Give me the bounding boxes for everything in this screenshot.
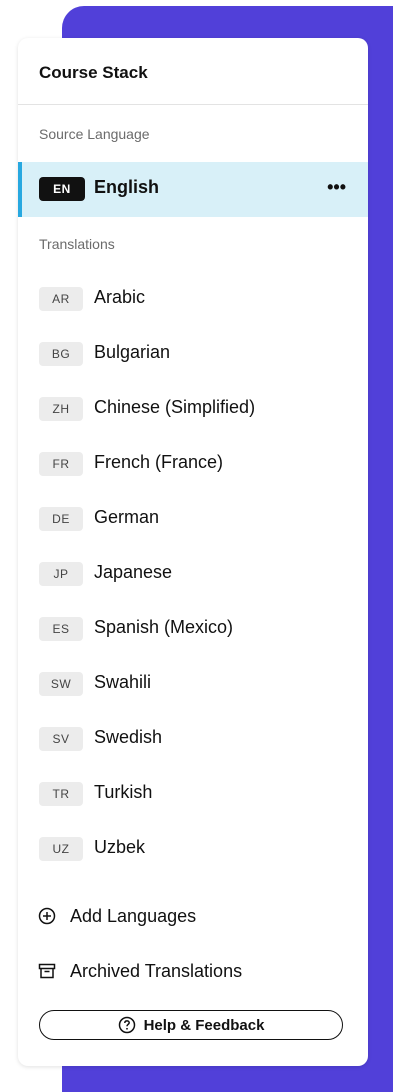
language-name: Turkish	[94, 782, 153, 802]
translations-label: Translations	[39, 236, 115, 252]
add-languages-button[interactable]: Add Languages	[38, 904, 196, 928]
language-name: Swahili	[94, 672, 152, 692]
translation-row[interactable]: BG Bulgarian	[18, 327, 368, 382]
help-feedback-label: Help & Feedback	[143, 1016, 265, 1034]
language-code-badge: JP	[39, 562, 83, 586]
language-code-badge: SV	[39, 727, 83, 751]
language-name: German	[94, 507, 160, 527]
language-code-badge: ZH	[39, 397, 83, 421]
translation-row[interactable]: DE German	[18, 492, 368, 547]
question-circle-icon	[118, 1016, 135, 1034]
language-name: Arabic	[94, 287, 146, 307]
source-language-label: Source Language	[39, 126, 150, 142]
language-name: English	[94, 177, 160, 197]
language-code-badge: AR	[39, 287, 83, 311]
selected-indicator	[18, 162, 22, 217]
translation-row[interactable]: TR Turkish	[18, 767, 368, 822]
language-code-badge: SW	[39, 672, 83, 696]
language-name: Uzbek	[94, 837, 146, 857]
help-feedback-button[interactable]: Help & Feedback	[39, 1010, 343, 1040]
source-language-row[interactable]: EN English •••	[18, 162, 368, 217]
archived-translations-button[interactable]: Archived Translations	[38, 959, 242, 983]
translation-row[interactable]: ES Spanish (Mexico)	[18, 602, 368, 657]
language-name: French (France)	[94, 452, 224, 472]
panel-title: Course Stack	[39, 63, 148, 82]
translation-row[interactable]: JP Japanese	[18, 547, 368, 602]
translation-row[interactable]: ZH Chinese (Simplified)	[18, 382, 368, 437]
language-name: Bulgarian	[94, 342, 171, 362]
course-stack-panel: Course Stack Source Language EN English …	[18, 38, 368, 1066]
archive-icon	[38, 963, 56, 979]
more-horizontal-icon[interactable]: •••	[327, 177, 346, 197]
translation-row[interactable]: AR Arabic	[18, 272, 368, 327]
divider	[18, 104, 368, 105]
translation-row[interactable]: FR French (France)	[18, 437, 368, 492]
archived-translations-label: Archived Translations	[70, 960, 243, 981]
plus-circle-icon	[38, 907, 56, 925]
language-code-badge: UZ	[39, 837, 83, 861]
language-name: Spanish (Mexico)	[94, 617, 234, 637]
translation-row[interactable]: UZ Uzbek	[18, 822, 368, 877]
language-name: Japanese	[94, 562, 173, 582]
language-name: Chinese (Simplified)	[94, 397, 256, 417]
language-code-badge: ES	[39, 617, 83, 641]
language-code-badge: BG	[39, 342, 83, 366]
add-languages-label: Add Languages	[70, 905, 197, 926]
language-name: Swedish	[94, 727, 163, 747]
language-code-badge: FR	[39, 452, 83, 476]
language-code-badge: DE	[39, 507, 83, 531]
language-code-badge: EN	[39, 177, 85, 201]
translation-row[interactable]: SW Swahili	[18, 657, 368, 712]
translation-row[interactable]: SV Swedish	[18, 712, 368, 767]
language-code-badge: TR	[39, 782, 83, 806]
